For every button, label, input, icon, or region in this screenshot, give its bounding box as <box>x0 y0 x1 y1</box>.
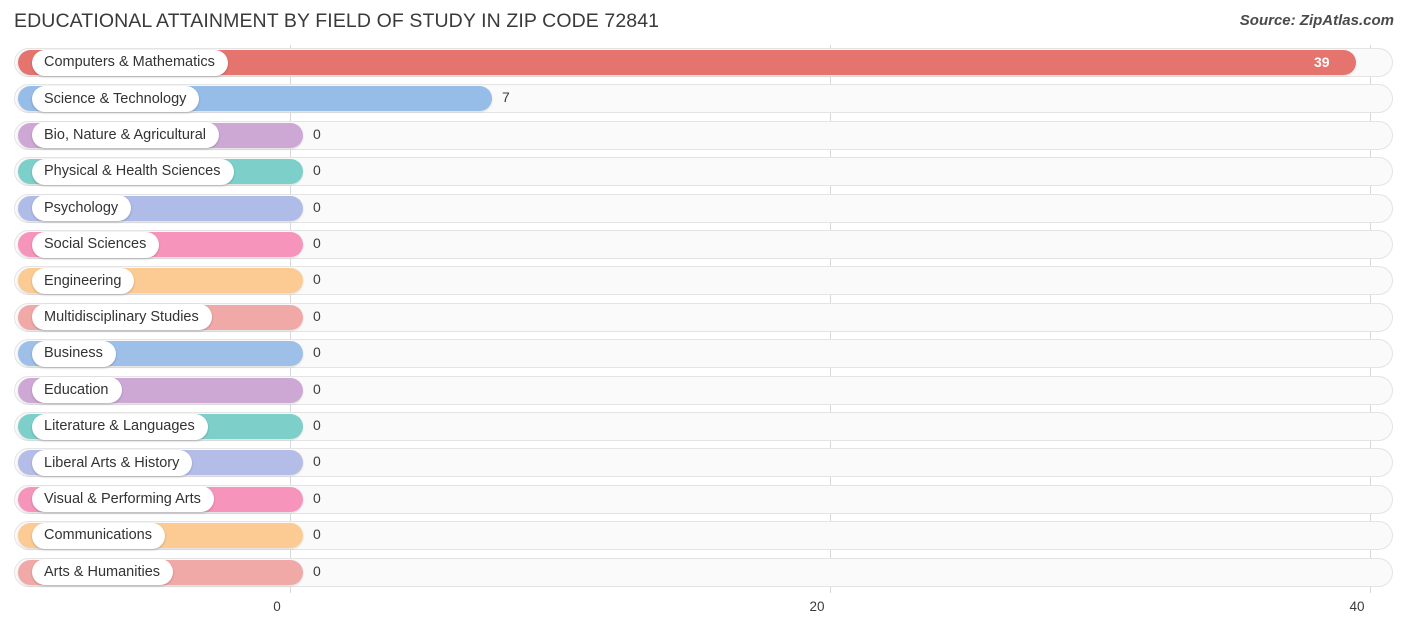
chart-row: Engineering 0 <box>0 263 1406 299</box>
bar-category-text: Bio, Nature & Agricultural <box>44 127 206 144</box>
chart-row: Science & Technology 7 <box>0 81 1406 117</box>
bar-category-text: Psychology <box>44 199 119 216</box>
bar-category-label: Literature & Languages <box>32 413 208 440</box>
bar-category-label: Arts & Humanities <box>32 559 174 586</box>
bar-value-label: 0 <box>313 344 321 361</box>
chart-header: EDUCATIONAL ATTAINMENT BY FIELD OF STUDY… <box>0 0 1406 45</box>
bar-category-text: Multidisciplinary Studies <box>44 309 199 326</box>
bar-value-label: 0 <box>313 453 321 470</box>
bar-category-label: Communications <box>32 522 165 549</box>
bar-category-label: Bio, Nature & Agricultural <box>32 122 219 149</box>
bar-value-label: 0 <box>313 526 321 543</box>
bar-category-label: Multidisciplinary Studies <box>32 304 212 331</box>
bar-category-text: Liberal Arts & History <box>44 454 180 471</box>
bar-category-label: Liberal Arts & History <box>32 449 193 476</box>
bar-value-label: 0 <box>313 380 321 397</box>
chart-row: Visual & Performing Arts 0 <box>0 482 1406 518</box>
bar-category-label: Physical & Health Sciences <box>32 158 234 185</box>
bar-value-label: 7 <box>502 89 510 106</box>
x-axis-tick-label: 20 <box>809 599 825 614</box>
bar-category-label: Science & Technology <box>32 85 200 112</box>
bar-value-label: 0 <box>313 125 321 142</box>
bar-category-text: Literature & Languages <box>44 418 195 435</box>
chart-row: Literature & Languages 0 <box>0 409 1406 445</box>
bar-value-label: 0 <box>313 198 321 215</box>
chart-row: Communications 0 <box>0 518 1406 554</box>
chart-plot-area: Computers & Mathematics 39 Science & Techn… <box>0 45 1406 593</box>
chart-row: Computers & Mathematics 39 <box>0 45 1406 81</box>
bar-category-label: Psychology <box>32 195 132 222</box>
bar-value-label: 0 <box>313 271 321 288</box>
chart-row: Education 0 <box>0 373 1406 409</box>
x-axis-tick-label: 40 <box>1349 599 1365 614</box>
chart-row: Bio, Nature & Agricultural 0 <box>0 118 1406 154</box>
bar-category-label: Education <box>32 377 122 404</box>
bar-category-text: Visual & Performing Arts <box>44 491 201 508</box>
chart-row: Psychology 0 <box>0 191 1406 227</box>
bar-category-label: Computers & Mathematics <box>32 49 228 76</box>
chart-row: Arts & Humanities 0 <box>0 555 1406 591</box>
bar-value-label: 0 <box>313 417 321 433</box>
bar-category-text: Business <box>44 345 103 362</box>
x-axis: 0 20 40 <box>0 593 1406 631</box>
chart-row: Multidisciplinary Studies 0 <box>0 300 1406 336</box>
bar-category-text: Communications <box>44 527 152 544</box>
bar-value-label: 0 <box>313 162 321 179</box>
bar-value-label: 0 <box>313 307 321 324</box>
chart-row: Physical & Health Sciences 0 <box>0 154 1406 190</box>
x-axis-tick-label: 0 <box>273 599 281 614</box>
bar-category-text: Engineering <box>44 272 122 289</box>
page-title: EDUCATIONAL ATTAINMENT BY FIELD OF STUDY… <box>14 10 660 32</box>
bar-value-label: 0 <box>313 489 321 506</box>
bar-category-text: Social Sciences <box>44 236 147 253</box>
chart-row: Liberal Arts & History 0 <box>0 445 1406 481</box>
bar-value-label: 0 <box>313 235 321 251</box>
bar-category-text: Physical & Health Sciences <box>44 163 221 180</box>
bar-category-label: Engineering <box>32 267 135 294</box>
bar-category-label: Business <box>32 340 116 367</box>
bar-category-label: Social Sciences <box>32 231 160 258</box>
bar-value-label: 39 <box>1314 53 1330 70</box>
chart-row: Business 0 <box>0 336 1406 372</box>
bar-category-text: Science & Technology <box>44 90 187 107</box>
chart-row: Social Sciences 0 <box>0 227 1406 263</box>
source-attribution: Source: ZipAtlas.com <box>1239 12 1394 29</box>
bar-value-label: 0 <box>313 562 321 579</box>
bar-category-text: Arts & Humanities <box>44 563 161 580</box>
bar-category-text: Education <box>44 381 109 398</box>
bar-category-label: Visual & Performing Arts <box>32 486 214 513</box>
bar-category-text: Computers & Mathematics <box>44 54 215 71</box>
